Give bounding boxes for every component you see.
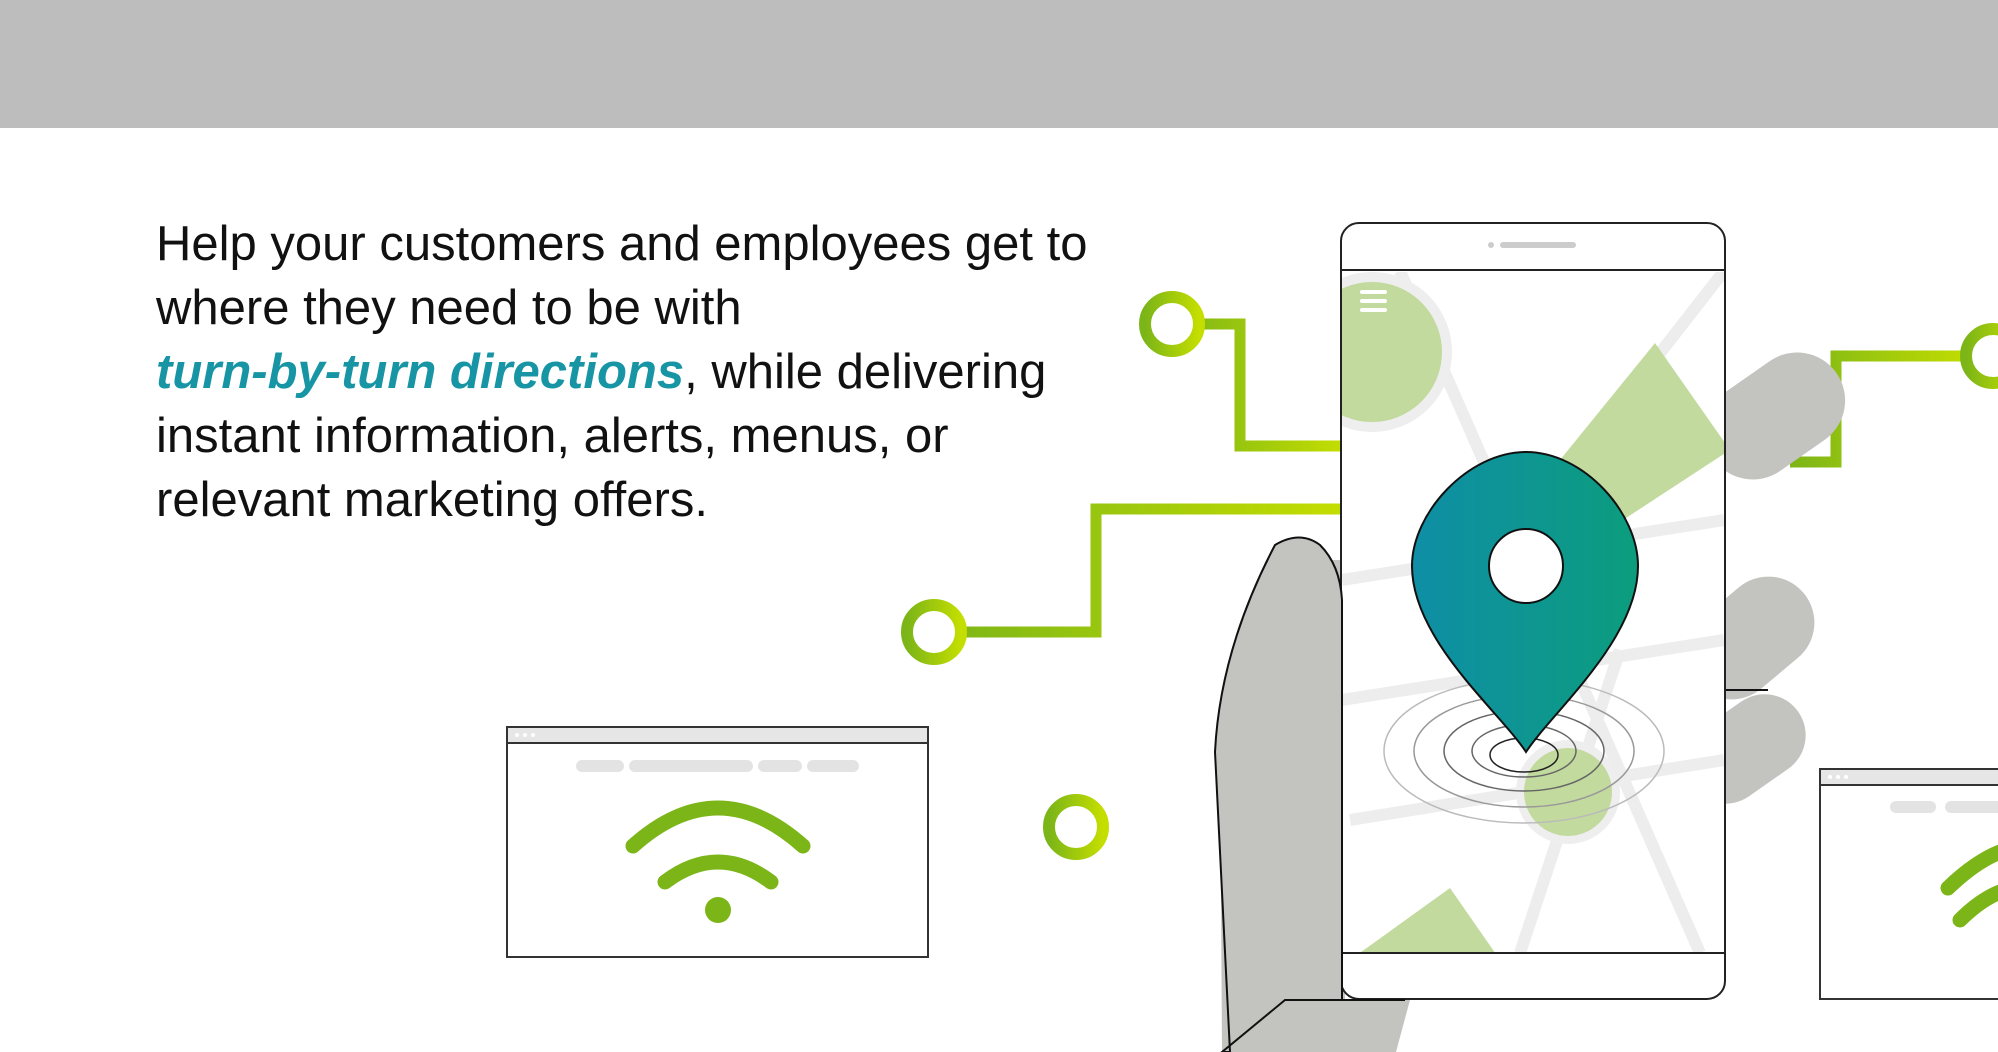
circuit-node-top	[1139, 291, 1205, 357]
phone-speaker	[1500, 242, 1576, 248]
circuit-node-right	[1960, 323, 1998, 389]
smartphone	[1340, 222, 1726, 1000]
right-browser-window	[1819, 768, 1998, 1000]
wifi-browser-window	[506, 726, 929, 958]
circuit-node-middle	[901, 599, 967, 665]
navigation-illustration	[506, 222, 1998, 1052]
window-address-placeholders	[576, 760, 859, 772]
circuit-node-lower	[1043, 794, 1109, 860]
map-park-small	[1516, 740, 1620, 844]
